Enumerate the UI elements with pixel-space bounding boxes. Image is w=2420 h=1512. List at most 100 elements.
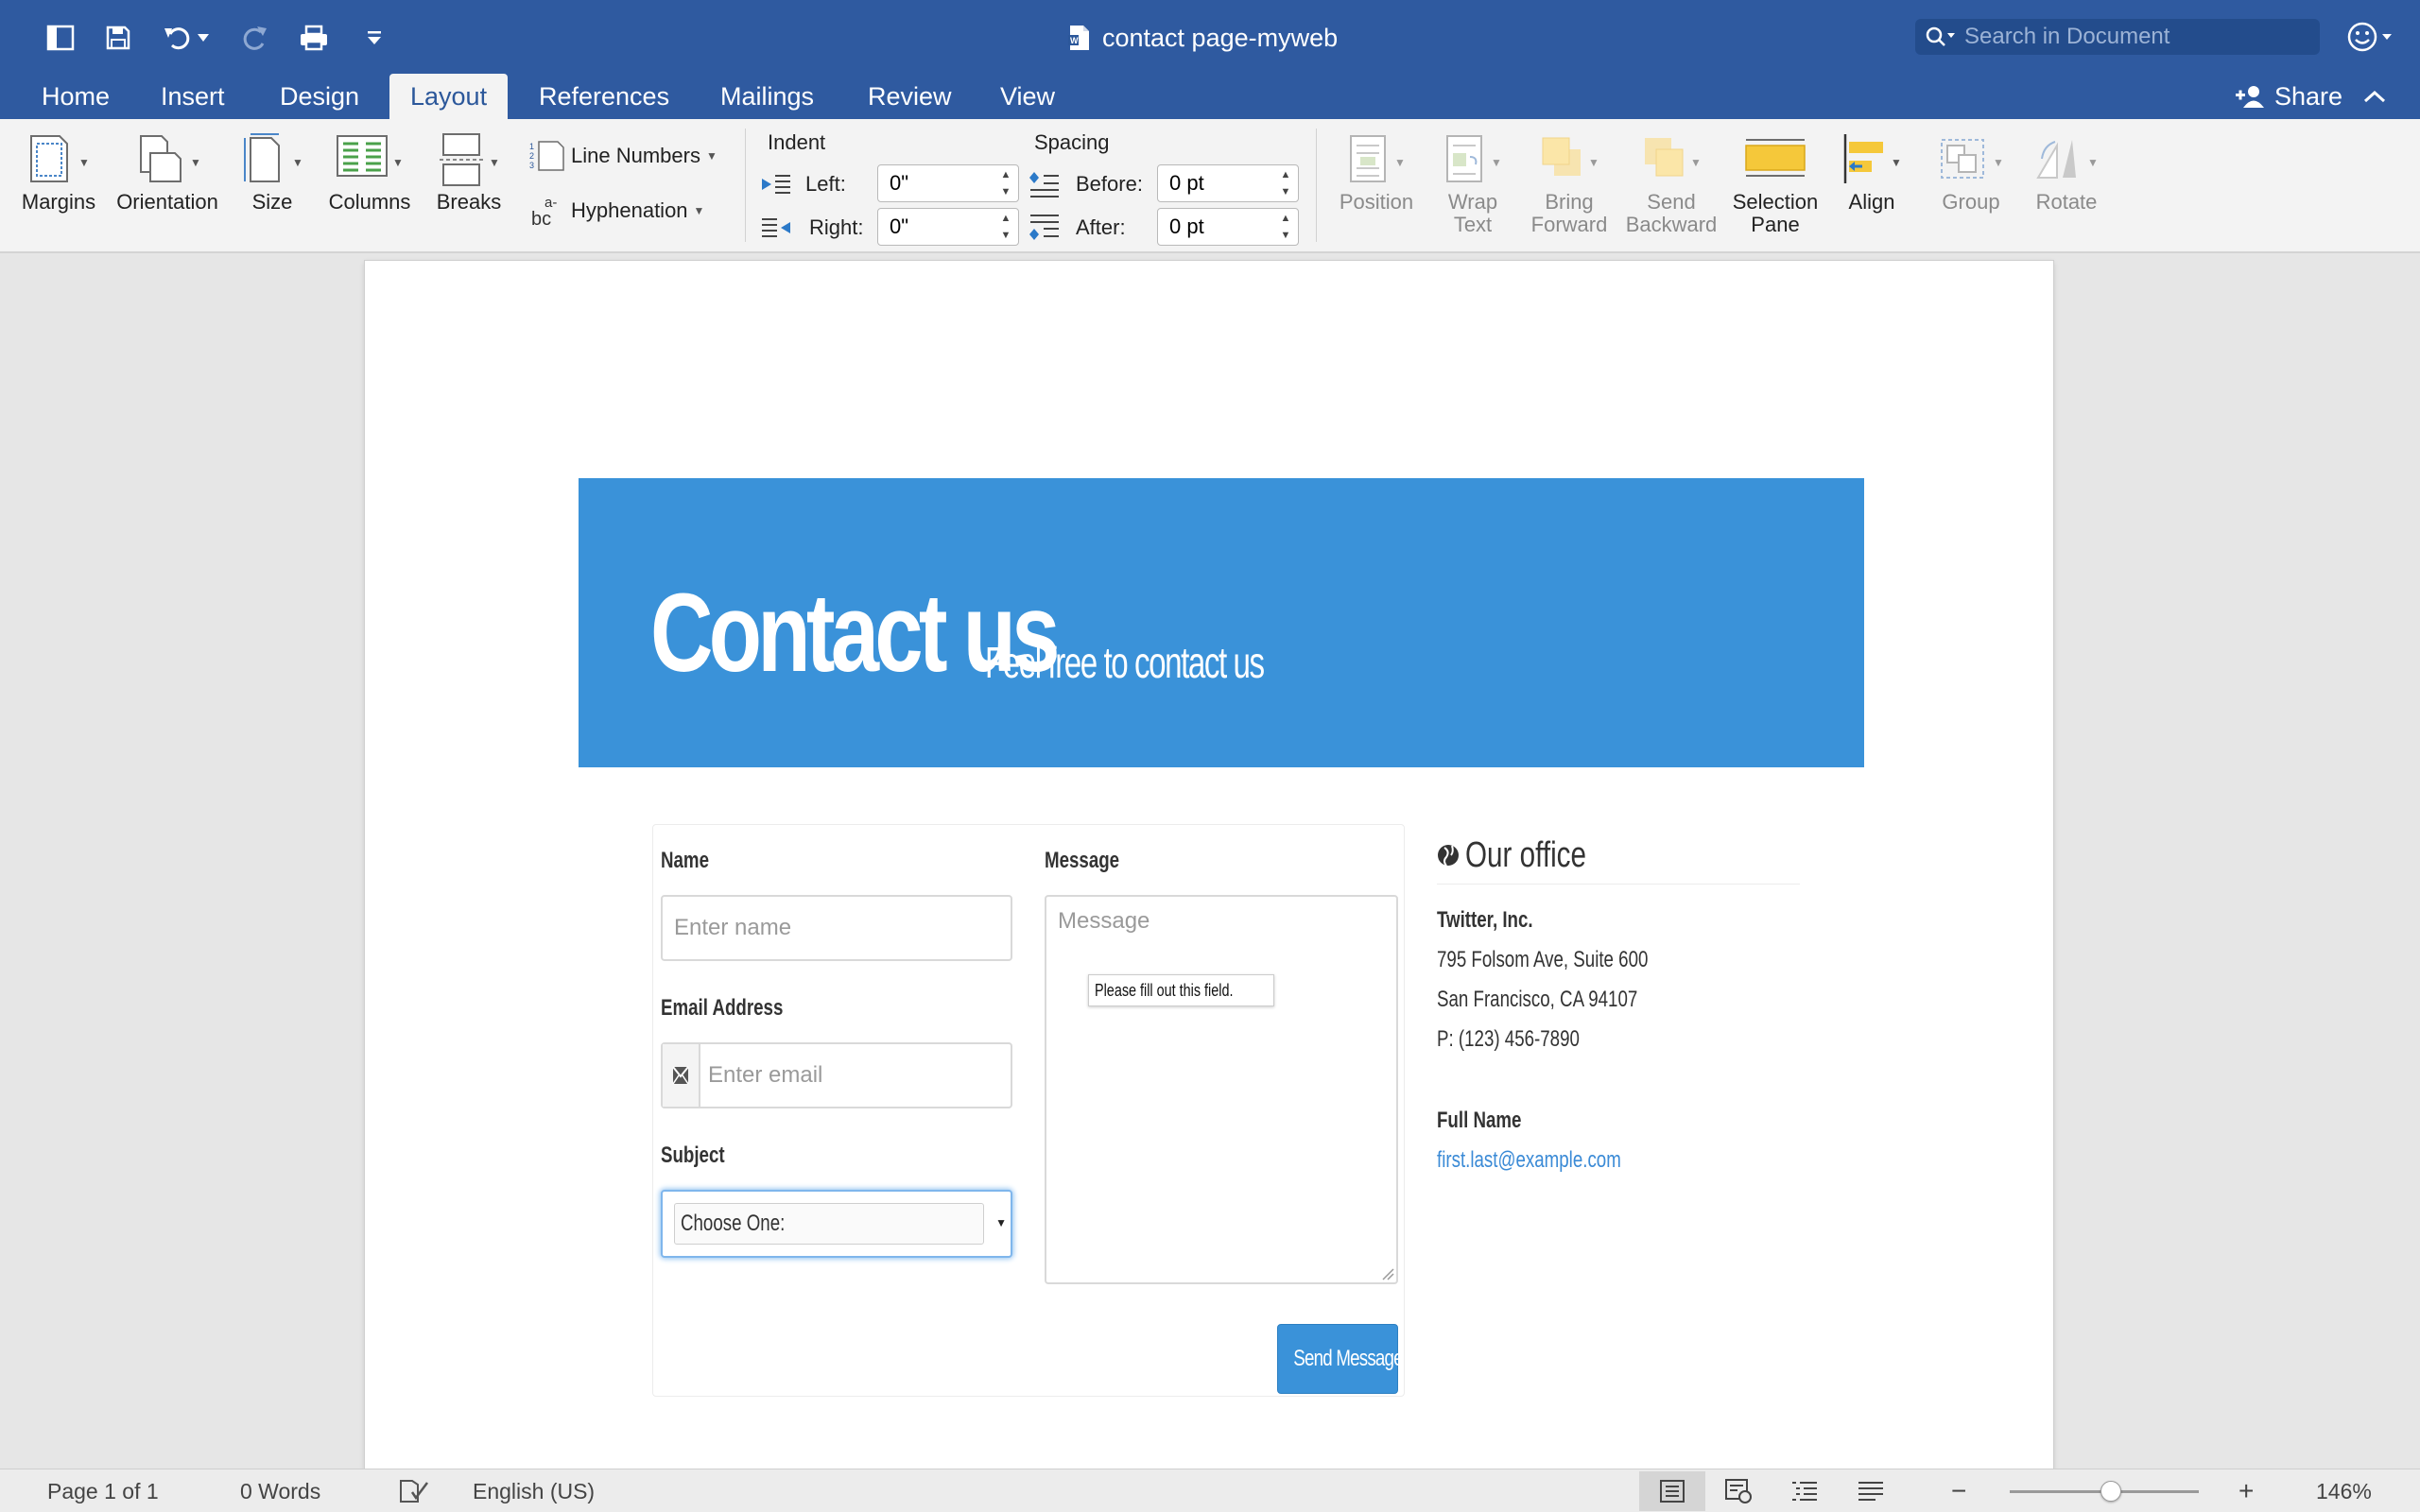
spacing-before-icon: [1029, 172, 1059, 198]
indent-left-down-icon[interactable]: ▼: [1001, 184, 1011, 199]
document-page[interactable]: Contact us Feel free to contact us Name …: [365, 261, 2053, 1469]
spacing-after-label: After:: [1076, 215, 1126, 239]
customize-toolbar-icon[interactable]: [355, 19, 393, 57]
group-button[interactable]: ▼ Group: [1928, 132, 2014, 214]
indent-right-spinner[interactable]: ▲▼: [877, 208, 1019, 246]
zoom-in-button[interactable]: +: [2238, 1469, 2254, 1512]
indent-right-input[interactable]: [878, 209, 990, 245]
tab-home[interactable]: Home: [21, 74, 130, 119]
search-input[interactable]: [1964, 24, 2305, 50]
hyphenation-icon: a-bc: [531, 195, 557, 227]
tab-insert[interactable]: Insert: [140, 74, 246, 119]
hero-subtitle: Feel free to contact us: [985, 638, 1265, 687]
feedback-smiley-icon[interactable]: [2344, 17, 2397, 57]
name-input[interactable]: [663, 897, 994, 959]
page-count[interactable]: Page 1 of 1: [47, 1469, 159, 1512]
document-canvas[interactable]: Contact us Feel free to contact us Name …: [0, 253, 2420, 1469]
spacing-before-spinner[interactable]: ▲▼: [1157, 164, 1299, 202]
wrap-text-button[interactable]: ▼ Wrap Text: [1435, 132, 1511, 236]
word-document-icon: W: [1068, 26, 1089, 50]
svg-text:2: 2: [529, 151, 534, 161]
redo-icon[interactable]: [236, 19, 274, 57]
language-indicator[interactable]: English (US): [473, 1469, 595, 1512]
undo-icon[interactable]: [159, 19, 197, 57]
status-bar: Page 1 of 1 0 Words English (US) − + 146…: [0, 1469, 2420, 1512]
email-input[interactable]: [708, 1044, 1001, 1107]
spacing-after-down-icon[interactable]: ▼: [1281, 228, 1291, 243]
word-count[interactable]: 0 Words: [240, 1469, 320, 1512]
align-label: Align: [1848, 190, 1895, 214]
line-numbers-button[interactable]: 123 Line Numbers ▼: [529, 140, 717, 172]
share-button[interactable]: Share: [2235, 74, 2342, 119]
spacing-after-up-icon[interactable]: ▲: [1281, 211, 1291, 226]
search-box[interactable]: [1915, 19, 2320, 55]
orientation-dropdown-icon: ▼: [190, 156, 201, 169]
tab-references[interactable]: References: [518, 74, 690, 119]
office-address-line1: 795 Folsom Ave, Suite 600: [1437, 947, 1649, 972]
spacing-before-up-icon[interactable]: ▲: [1281, 167, 1291, 182]
name-field[interactable]: [661, 895, 1012, 961]
office-phone: P: (123) 456-7890: [1437, 1026, 1580, 1052]
indent-left-icon: [762, 175, 790, 194]
message-field[interactable]: [1045, 895, 1398, 1284]
columns-button[interactable]: ▼ Columns: [325, 132, 414, 214]
indent-left-input[interactable]: [878, 165, 990, 201]
position-icon: [1350, 135, 1387, 182]
collapse-ribbon-icon[interactable]: [2363, 74, 2386, 119]
orientation-button[interactable]: ▼ Orientation: [112, 132, 223, 214]
save-icon[interactable]: [99, 19, 137, 57]
print-icon[interactable]: [295, 19, 333, 57]
send-message-button[interactable]: Send Message: [1277, 1324, 1404, 1394]
breaks-button[interactable]: ▼ Breaks: [431, 132, 507, 214]
subject-dropdown-icon[interactable]: ▼: [995, 1216, 1007, 1229]
zoom-level[interactable]: 146%: [2316, 1469, 2372, 1512]
position-button[interactable]: ▼ Position: [1331, 132, 1422, 214]
spacing-before-down-icon[interactable]: ▼: [1281, 184, 1291, 199]
indent-right-down-icon[interactable]: ▼: [1001, 228, 1011, 243]
spacing-after-spinner[interactable]: ▲▼: [1157, 208, 1299, 246]
spacing-before-input[interactable]: [1158, 165, 1270, 201]
draft-view-icon[interactable]: [1838, 1471, 1904, 1511]
tab-layout[interactable]: Layout: [389, 74, 509, 119]
sidebar-toggle-icon[interactable]: [42, 19, 79, 57]
indent-right-up-icon[interactable]: ▲: [1001, 211, 1011, 226]
web-layout-view-icon[interactable]: [1705, 1471, 1772, 1511]
tab-mailings[interactable]: Mailings: [700, 74, 835, 119]
indent-title: Indent: [768, 130, 826, 154]
align-dropdown-icon: ▼: [1891, 156, 1902, 169]
bring-forward-button[interactable]: ▼ Bring Forward: [1524, 132, 1615, 236]
zoom-out-button[interactable]: −: [1951, 1469, 1966, 1512]
size-dropdown-icon: ▼: [292, 156, 303, 169]
undo-dropdown-icon[interactable]: [193, 19, 214, 57]
proofing-icon[interactable]: [399, 1469, 431, 1512]
rotate-dropdown-icon: ▼: [2087, 156, 2099, 169]
indent-left-up-icon[interactable]: ▲: [1001, 167, 1011, 182]
rotate-button[interactable]: ▼ Rotate: [2027, 132, 2106, 214]
tab-view[interactable]: View: [979, 74, 1076, 119]
breaks-icon: [440, 133, 484, 186]
share-label: Share: [2274, 81, 2343, 111]
message-textarea[interactable]: [1046, 897, 1377, 1265]
print-layout-view-icon[interactable]: [1639, 1471, 1705, 1511]
size-button[interactable]: ▼ Size: [236, 132, 308, 214]
tab-design[interactable]: Design: [259, 74, 380, 119]
zoom-slider-thumb[interactable]: [2100, 1481, 2121, 1502]
subject-select-box[interactable]: Choose One:: [674, 1203, 984, 1245]
send-backward-button[interactable]: ▼ Send Backward: [1622, 132, 1720, 236]
spacing-after-input[interactable]: [1158, 209, 1270, 245]
svg-text:W: W: [1070, 36, 1079, 45]
align-button[interactable]: ▼ Align: [1834, 132, 1910, 214]
title-bar: W contact page-myweb: [0, 0, 2420, 74]
indent-left-spinner[interactable]: ▲▼: [877, 164, 1019, 202]
columns-label: Columns: [328, 190, 411, 214]
resize-handle-icon[interactable]: [1381, 1267, 1394, 1280]
tab-review[interactable]: Review: [847, 74, 973, 119]
outline-view-icon[interactable]: [1772, 1471, 1838, 1511]
office-contact-email-link[interactable]: first.last@example.com: [1437, 1147, 1621, 1174]
subject-select[interactable]: Choose One: ▼: [661, 1190, 1012, 1258]
hyphenation-button[interactable]: a-bc Hyphenation ▼: [531, 195, 704, 227]
validation-tooltip: Please fill out this field.: [1088, 974, 1275, 1006]
selection-pane-button[interactable]: Selection Pane: [1728, 132, 1823, 236]
email-field[interactable]: [661, 1042, 1012, 1108]
margins-button[interactable]: ▼ Margins: [19, 132, 98, 214]
